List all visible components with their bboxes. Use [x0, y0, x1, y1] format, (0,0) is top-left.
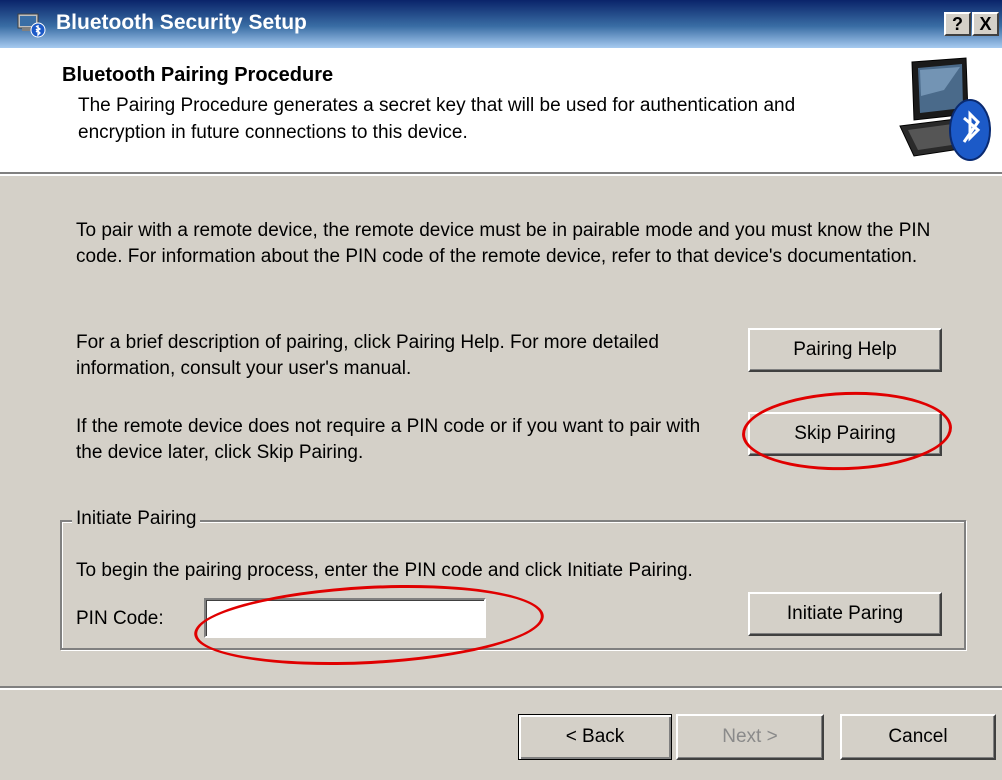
pin-code-label: PIN Code:: [76, 608, 164, 629]
initiate-pairing-button[interactable]: Initiate Paring: [748, 592, 942, 636]
next-button[interactable]: Next >: [676, 714, 824, 760]
pairing-help-button[interactable]: Pairing Help: [748, 328, 942, 372]
footer-divider: [0, 686, 1002, 690]
skip-pairing-button[interactable]: Skip Pairing: [748, 412, 942, 456]
initiate-pairing-description: To begin the pairing process, enter the …: [76, 560, 693, 581]
bluetooth-security-app-icon: [17, 13, 46, 38]
wizard-header: Bluetooth Pairing Procedure The Pairing …: [0, 48, 1002, 176]
pin-code-input[interactable]: [204, 598, 486, 638]
skip-pairing-description: If the remote device does not require a …: [76, 416, 701, 463]
header-description: The Pairing Procedure generates a secret…: [78, 95, 796, 143]
header-title: Bluetooth Pairing Procedure: [62, 64, 334, 86]
window-title: Bluetooth Security Setup: [56, 11, 307, 34]
initiate-pairing-group-label: Initiate Pairing: [72, 508, 201, 530]
pairing-instructions: To pair with a remote device, the remote…: [76, 220, 931, 267]
close-button[interactable]: X: [972, 12, 999, 36]
cancel-button[interactable]: Cancel: [840, 714, 996, 760]
title-bar[interactable]: Bluetooth Security Setup ? X: [0, 0, 1002, 48]
computer-bluetooth-icon: [899, 57, 991, 161]
back-button[interactable]: < Back: [518, 714, 672, 760]
help-button[interactable]: ?: [944, 12, 971, 36]
pairing-help-description: For a brief description of pairing, clic…: [76, 332, 659, 379]
